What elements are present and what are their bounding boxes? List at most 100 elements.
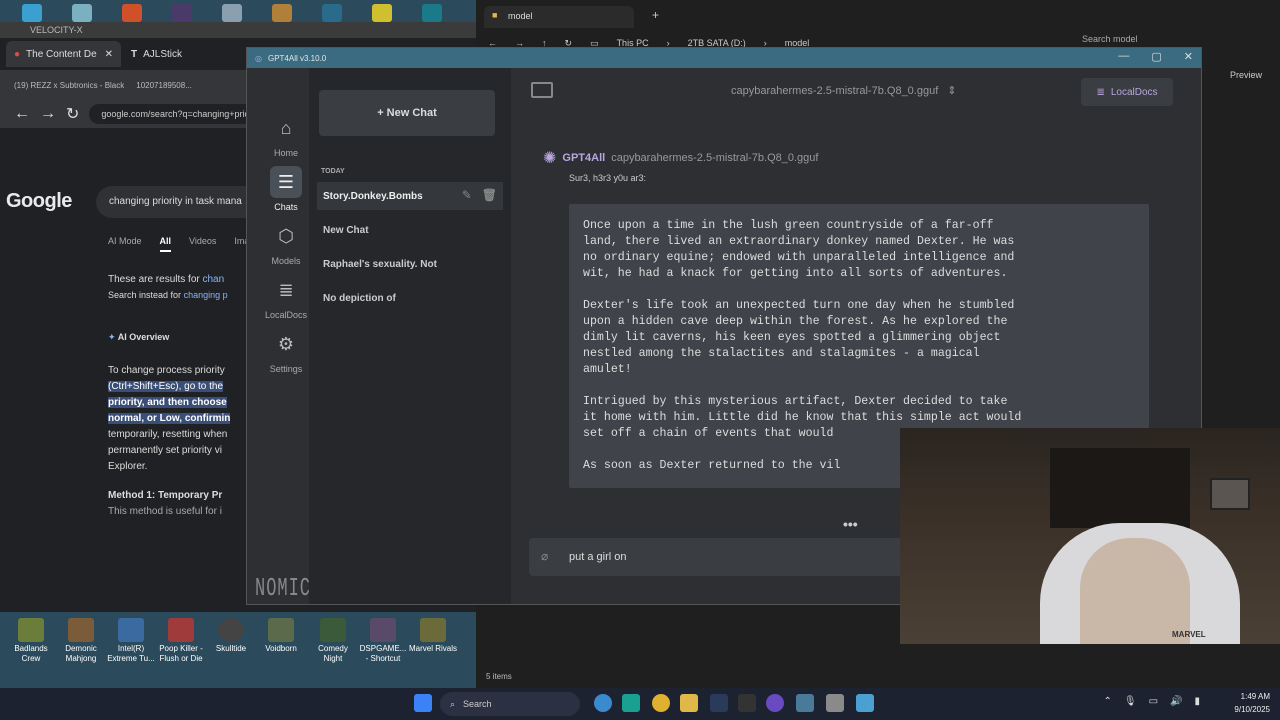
app-icon[interactable]: [622, 694, 640, 712]
app-icon[interactable]: [72, 4, 92, 22]
reload-icon[interactable]: ↻: [66, 104, 79, 124]
tab-ai-mode[interactable]: AI Mode: [108, 236, 142, 252]
localdocs-button[interactable]: ≣ LocalDocs: [1081, 78, 1173, 106]
steam-icon[interactable]: [710, 694, 728, 712]
message-header: ✺ GPT4All capybarahermes-2.5-mistral-7b.…: [543, 148, 818, 168]
desktop-icon[interactable]: Poop Killer - Flush or Die: [156, 618, 206, 664]
preview-button[interactable]: Preview: [1230, 70, 1262, 80]
desktop-icon[interactable]: Skulltide: [206, 618, 256, 654]
browser-titlebar: VELOCITY-X: [0, 22, 476, 38]
volume-icon[interactable]: 🔊: [1170, 696, 1182, 707]
chevron-up-icon[interactable]: ⌃: [1103, 696, 1111, 707]
app-icon[interactable]: [738, 694, 756, 712]
chrome-icon[interactable]: [652, 694, 670, 712]
model-name: capybarahermes-2.5-mistral-7b.Q8_0.gguf: [731, 85, 939, 97]
chat-item-active[interactable]: Story.Donkey.Bombs ✎ 🗑: [317, 182, 503, 210]
close-icon[interactable]: ✕: [1184, 50, 1193, 63]
search-instead-text: Search instead for: [108, 290, 182, 300]
nav-label: Home: [273, 148, 298, 158]
chat-item[interactable]: New Chat: [317, 216, 503, 244]
app-icon[interactable]: [766, 694, 784, 712]
desktop-icon[interactable]: Comedy Night: [308, 618, 358, 664]
battery-icon[interactable]: ▮: [1194, 696, 1200, 707]
browser-tab[interactable]: ● The Content De ✕: [6, 41, 121, 67]
app-icon[interactable]: [322, 4, 342, 22]
minimize-icon[interactable]: —: [1118, 50, 1129, 63]
forward-icon[interactable]: →: [40, 105, 56, 123]
nav-label: LocalDocs: [264, 310, 308, 320]
sparkle-icon: ✦: [108, 332, 116, 342]
sidebar-toggle-icon[interactable]: [531, 82, 553, 98]
paperclip-icon[interactable]: ⌀: [541, 549, 548, 563]
search-instead-link[interactable]: changing p: [184, 290, 228, 300]
microphone-icon[interactable]: 🎙: [1124, 696, 1137, 707]
nav-models[interactable]: ⬡ Models: [257, 220, 315, 267]
clock[interactable]: 1:49 AM 9/10/2025: [1234, 690, 1270, 716]
desktop-icon[interactable]: Demonic Mahjong: [56, 618, 106, 664]
new-tab-icon[interactable]: +: [652, 8, 659, 22]
app-icon[interactable]: [122, 4, 142, 22]
windows-start-icon[interactable]: [414, 694, 432, 712]
back-icon[interactable]: ←: [14, 105, 30, 123]
nav-settings[interactable]: ⚙ Settings: [257, 328, 315, 375]
ai-line: To change process priority: [108, 365, 225, 376]
chat-actions: ✎ 🗑: [462, 188, 497, 202]
new-chat-button[interactable]: + New Chat: [319, 90, 495, 136]
nomic-logo: NOMIC: [255, 575, 312, 604]
message-model: capybarahermes-2.5-mistral-7b.Q8_0.gguf: [611, 152, 819, 164]
tab-favicon-icon: ●: [14, 48, 21, 60]
gpt4all-taskbar-icon[interactable]: [826, 694, 844, 712]
chat-item[interactable]: Raphael's sexuality. Not: [317, 250, 503, 278]
webcam-background: [1050, 448, 1190, 528]
display-icon[interactable]: ▭: [1149, 696, 1158, 707]
tab-all[interactable]: All: [159, 236, 172, 252]
chat-item[interactable]: No depiction of: [317, 284, 503, 312]
explorer-status: 5 items: [486, 672, 512, 681]
explorer-tab[interactable]: ■ model: [484, 6, 634, 28]
desktop-icon[interactable]: Marvel Rivals: [408, 618, 458, 654]
desktop-icon[interactable]: Intel(R) Extreme Tu...: [106, 618, 156, 664]
desktop-icons: Badlands Crew Demonic Mahjong Intel(R) E…: [0, 612, 476, 688]
nav-home[interactable]: ⌂ Home: [257, 112, 315, 159]
folder-icon[interactable]: [680, 694, 698, 712]
app-icon[interactable]: [22, 4, 42, 22]
desktop-icon[interactable]: DSPGAME... - Shortcut: [358, 618, 408, 664]
desktop-top-strip: [0, 0, 476, 24]
trash-icon[interactable]: 🗑: [482, 188, 497, 202]
game-icon: [68, 618, 94, 642]
close-icon[interactable]: ✕: [105, 49, 113, 60]
app-icon[interactable]: [372, 4, 392, 22]
bookmark-link[interactable]: 10207189508...: [136, 81, 192, 90]
game-icon: [420, 618, 446, 642]
app-icon[interactable]: [172, 4, 192, 22]
edit-icon[interactable]: ✎: [462, 188, 472, 202]
chat-title: Story.Donkey.Bombs: [323, 191, 423, 202]
app-icon[interactable]: [272, 4, 292, 22]
webcam-background: [1210, 478, 1250, 510]
nav-chats[interactable]: ☰ Chats: [257, 166, 315, 212]
database-icon: ≣: [1096, 86, 1105, 98]
app-icon[interactable]: [856, 694, 874, 712]
webcam-overlay: MARVEL: [900, 428, 1280, 644]
edge-icon[interactable]: [594, 694, 612, 712]
app-icon[interactable]: [422, 4, 442, 22]
nav-localdocs[interactable]: ≣ LocalDocs: [257, 274, 315, 321]
results-for-line: These are results for chan: [108, 274, 224, 285]
maximize-icon[interactable]: ▢: [1151, 50, 1161, 63]
app-icon: [118, 618, 144, 642]
tab-videos[interactable]: Videos: [189, 236, 216, 252]
bookmark-youtube[interactable]: (19) REZZ x Subtronics - Black: [14, 81, 124, 90]
browser-tab[interactable]: T AJLStick: [125, 41, 255, 67]
desktop-icon-label: Voidborn: [265, 644, 297, 653]
app-icon[interactable]: [796, 694, 814, 712]
shirt-logo: MARVEL: [1172, 630, 1206, 639]
clock-time: 1:49 AM: [1240, 692, 1270, 701]
results-for-link[interactable]: chan: [203, 274, 225, 285]
model-selector[interactable]: capybarahermes-2.5-mistral-7b.Q8_0.gguf …: [731, 84, 957, 97]
chat-input[interactable]: [569, 547, 869, 567]
desktop-icon[interactable]: Voidborn: [256, 618, 306, 654]
taskbar-search[interactable]: ⌕ Search: [440, 692, 580, 716]
desktop-icon[interactable]: Badlands Crew: [6, 618, 56, 664]
tab-title: AJLStick: [143, 48, 183, 60]
app-icon[interactable]: [222, 4, 242, 22]
